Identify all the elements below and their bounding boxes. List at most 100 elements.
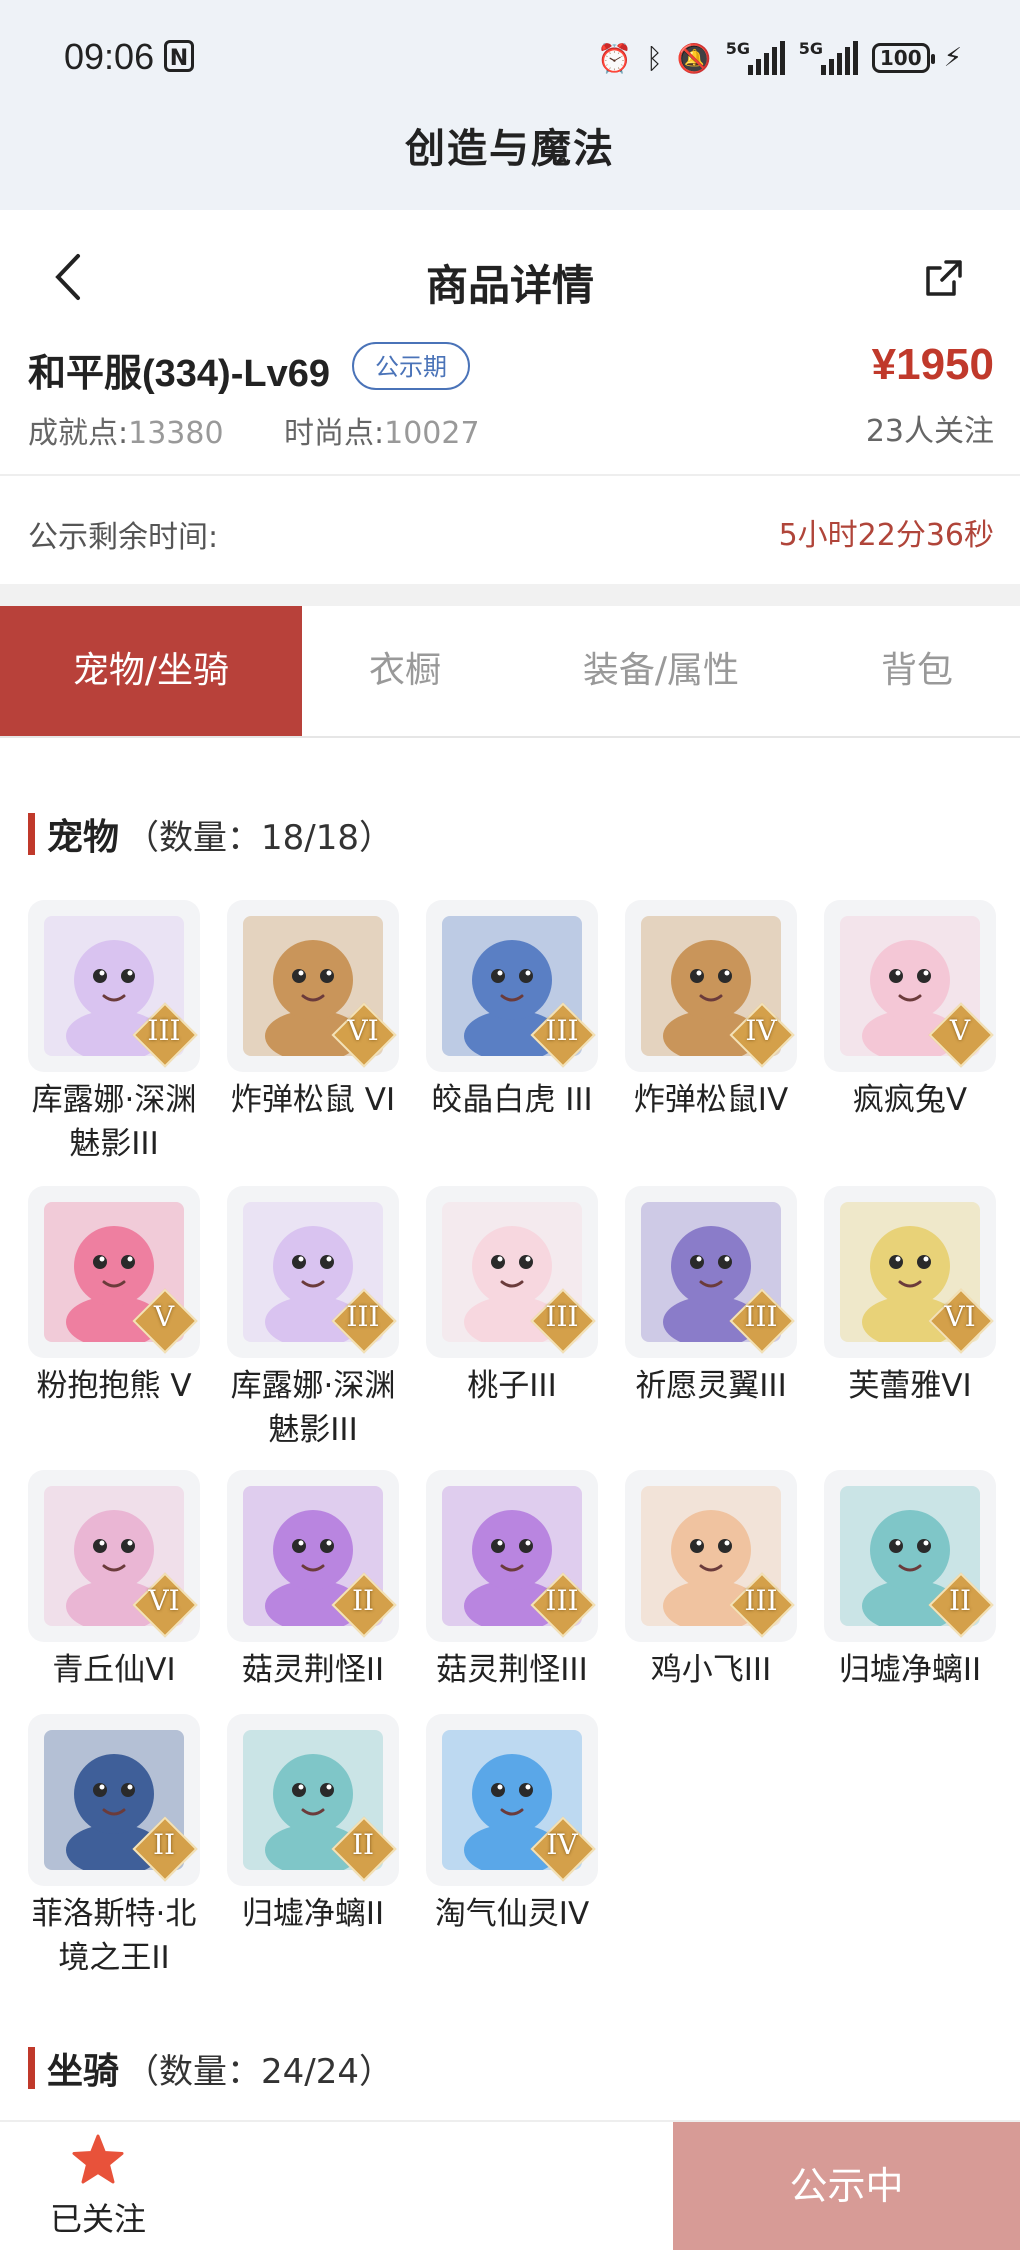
pet-name: 桃子III [467, 1368, 557, 1404]
signal-icon: 5G [726, 39, 785, 75]
pet-image: II [28, 1714, 200, 1886]
pet-image: IV [625, 900, 797, 1072]
pet-name: 归墟净螭II [838, 1652, 982, 1688]
tab-backpack[interactable]: 背包 [814, 606, 1020, 736]
pet-card[interactable]: III 鸡小飞III [621, 1470, 801, 1692]
pet-card[interactable]: II 菇灵荆怪II [223, 1470, 403, 1692]
rank-badge: VI [331, 1002, 397, 1068]
rank-numeral: III [545, 1014, 579, 1047]
rank-badge: III [530, 1572, 596, 1638]
rank-badge: III [132, 1002, 198, 1068]
pet-name: 淘气仙灵IV [434, 1896, 590, 1932]
rank-badge: II [331, 1816, 397, 1882]
pet-image: IV [426, 1714, 598, 1886]
nfc-icon: N [164, 40, 194, 72]
pet-image: III [625, 1186, 797, 1358]
pet-image: II [227, 1470, 399, 1642]
status-badge: 公示期 [352, 342, 470, 390]
section-gap [0, 584, 1020, 606]
rank-numeral: II [351, 1584, 375, 1617]
pet-card[interactable]: VI 炸弹松鼠 VI [223, 900, 403, 1122]
pet-image: V [28, 1186, 200, 1358]
mounts-section-header: 坐骑 （数量：24/24） [28, 2046, 393, 2092]
rank-numeral: V [153, 1300, 175, 1333]
tab-wardrobe[interactable]: 衣橱 [302, 606, 508, 736]
app-title: 创造与魔法 [405, 126, 615, 172]
publicity-button[interactable]: 公示中 [673, 2122, 1020, 2250]
divider [0, 474, 1020, 476]
pet-card[interactable]: V 粉抱抱熊 V [24, 1186, 204, 1408]
fashion-points: 时尚点:10027 [284, 416, 480, 451]
pet-name: 库露娜·深渊魅影III [230, 1368, 396, 1448]
tab-equipment[interactable]: 装备/属性 [508, 606, 814, 736]
pet-card[interactable]: III 库露娜·深渊魅影III [223, 1186, 403, 1452]
pet-name: 鸡小飞III [650, 1652, 772, 1688]
status-time: 09:06 [64, 36, 155, 77]
rank-badge: II [331, 1572, 397, 1638]
rank-badge: VI [132, 1572, 198, 1638]
section-count: （数量：24/24） [125, 2051, 393, 2092]
pet-card[interactable]: III 菇灵荆怪III [422, 1470, 602, 1692]
system-icons: ⏰ ᛒ 🔕 5G 5G 100 ⚡ [597, 38, 962, 78]
section-title: 宠物 [47, 817, 120, 858]
rank-badge: IV [729, 1002, 795, 1068]
pet-name: 菇灵荆怪II [241, 1652, 385, 1688]
rank-numeral: VI [148, 1584, 180, 1617]
rank-numeral: VI [944, 1300, 976, 1333]
share-icon[interactable] [924, 258, 964, 302]
remaining-time-value: 5小时22分36秒 [778, 518, 994, 553]
pet-name: 皎晶白虎 III [431, 1082, 593, 1118]
pet-image: VI [824, 1186, 996, 1358]
pet-image: III [426, 1470, 598, 1642]
pet-card[interactable]: III 桃子III [422, 1186, 602, 1408]
pet-card[interactable]: V 疯疯兔V [820, 900, 1000, 1122]
pet-image: III [28, 900, 200, 1072]
pet-image: III [625, 1470, 797, 1642]
follow-button[interactable]: 已关注 [28, 2134, 168, 2240]
rank-badge: VI [928, 1288, 994, 1354]
pet-image: V [824, 900, 996, 1072]
pet-name: 粉抱抱熊 V [36, 1368, 192, 1404]
section-title: 坐骑 [47, 2051, 120, 2092]
rank-numeral: VI [347, 1014, 379, 1047]
pet-name: 归墟净螭II [241, 1896, 385, 1932]
rank-numeral: II [152, 1828, 176, 1861]
section-count: （数量：18/18） [125, 817, 393, 858]
rank-badge: IV [530, 1816, 596, 1882]
rank-badge: V [132, 1288, 198, 1354]
pet-name: 库露娜·深渊魅影III [31, 1082, 197, 1162]
pet-card[interactable]: VI 青丘仙VI [24, 1470, 204, 1692]
pet-name: 祈愿灵翼III [635, 1368, 787, 1404]
pet-card[interactable]: IV 淘气仙灵IV [422, 1714, 602, 1936]
pet-card[interactable]: VI 芙蕾雅VI [820, 1186, 1000, 1408]
rank-numeral: III [744, 1584, 778, 1617]
alarm-icon: ⏰ [597, 41, 633, 75]
pet-card[interactable]: II 归墟净螭II [223, 1714, 403, 1936]
rank-badge: V [928, 1002, 994, 1068]
remaining-time-label: 公示剩余时间: [28, 520, 219, 555]
pet-card[interactable]: III 祈愿灵翼III [621, 1186, 801, 1408]
rank-numeral: IV [745, 1014, 777, 1047]
pet-card[interactable]: II 归墟净螭II [820, 1470, 1000, 1692]
pet-name: 菇灵荆怪III [436, 1652, 588, 1688]
rank-numeral: III [346, 1300, 380, 1333]
mute-icon: 🔕 [676, 41, 712, 75]
rank-badge: II [132, 1816, 198, 1882]
pet-name: 菲洛斯特·北境之王II [31, 1896, 197, 1976]
pet-card[interactable]: III 皎晶白虎 III [422, 900, 602, 1122]
pet-card[interactable]: IV 炸弹松鼠IV [621, 900, 801, 1122]
rank-badge: III [530, 1288, 596, 1354]
pet-image: III [426, 1186, 598, 1358]
star-icon [72, 2134, 124, 2184]
tab-pets-mounts[interactable]: 宠物/坐骑 [0, 606, 302, 736]
rank-numeral: III [147, 1014, 181, 1047]
page-title: 商品详情 [425, 261, 594, 310]
rank-badge: II [928, 1572, 994, 1638]
charging-icon: ⚡ [943, 43, 962, 73]
pet-name: 芙蕾雅VI [848, 1368, 972, 1404]
pet-card[interactable]: II 菲洛斯特·北境之王II [24, 1714, 204, 1980]
pet-name: 疯疯兔V [852, 1082, 968, 1118]
pet-card[interactable]: III 库露娜·深渊魅影III [24, 900, 204, 1166]
pet-name: 炸弹松鼠 VI [230, 1082, 396, 1118]
product-name: 和平服(334)-Lv69 [28, 353, 330, 395]
